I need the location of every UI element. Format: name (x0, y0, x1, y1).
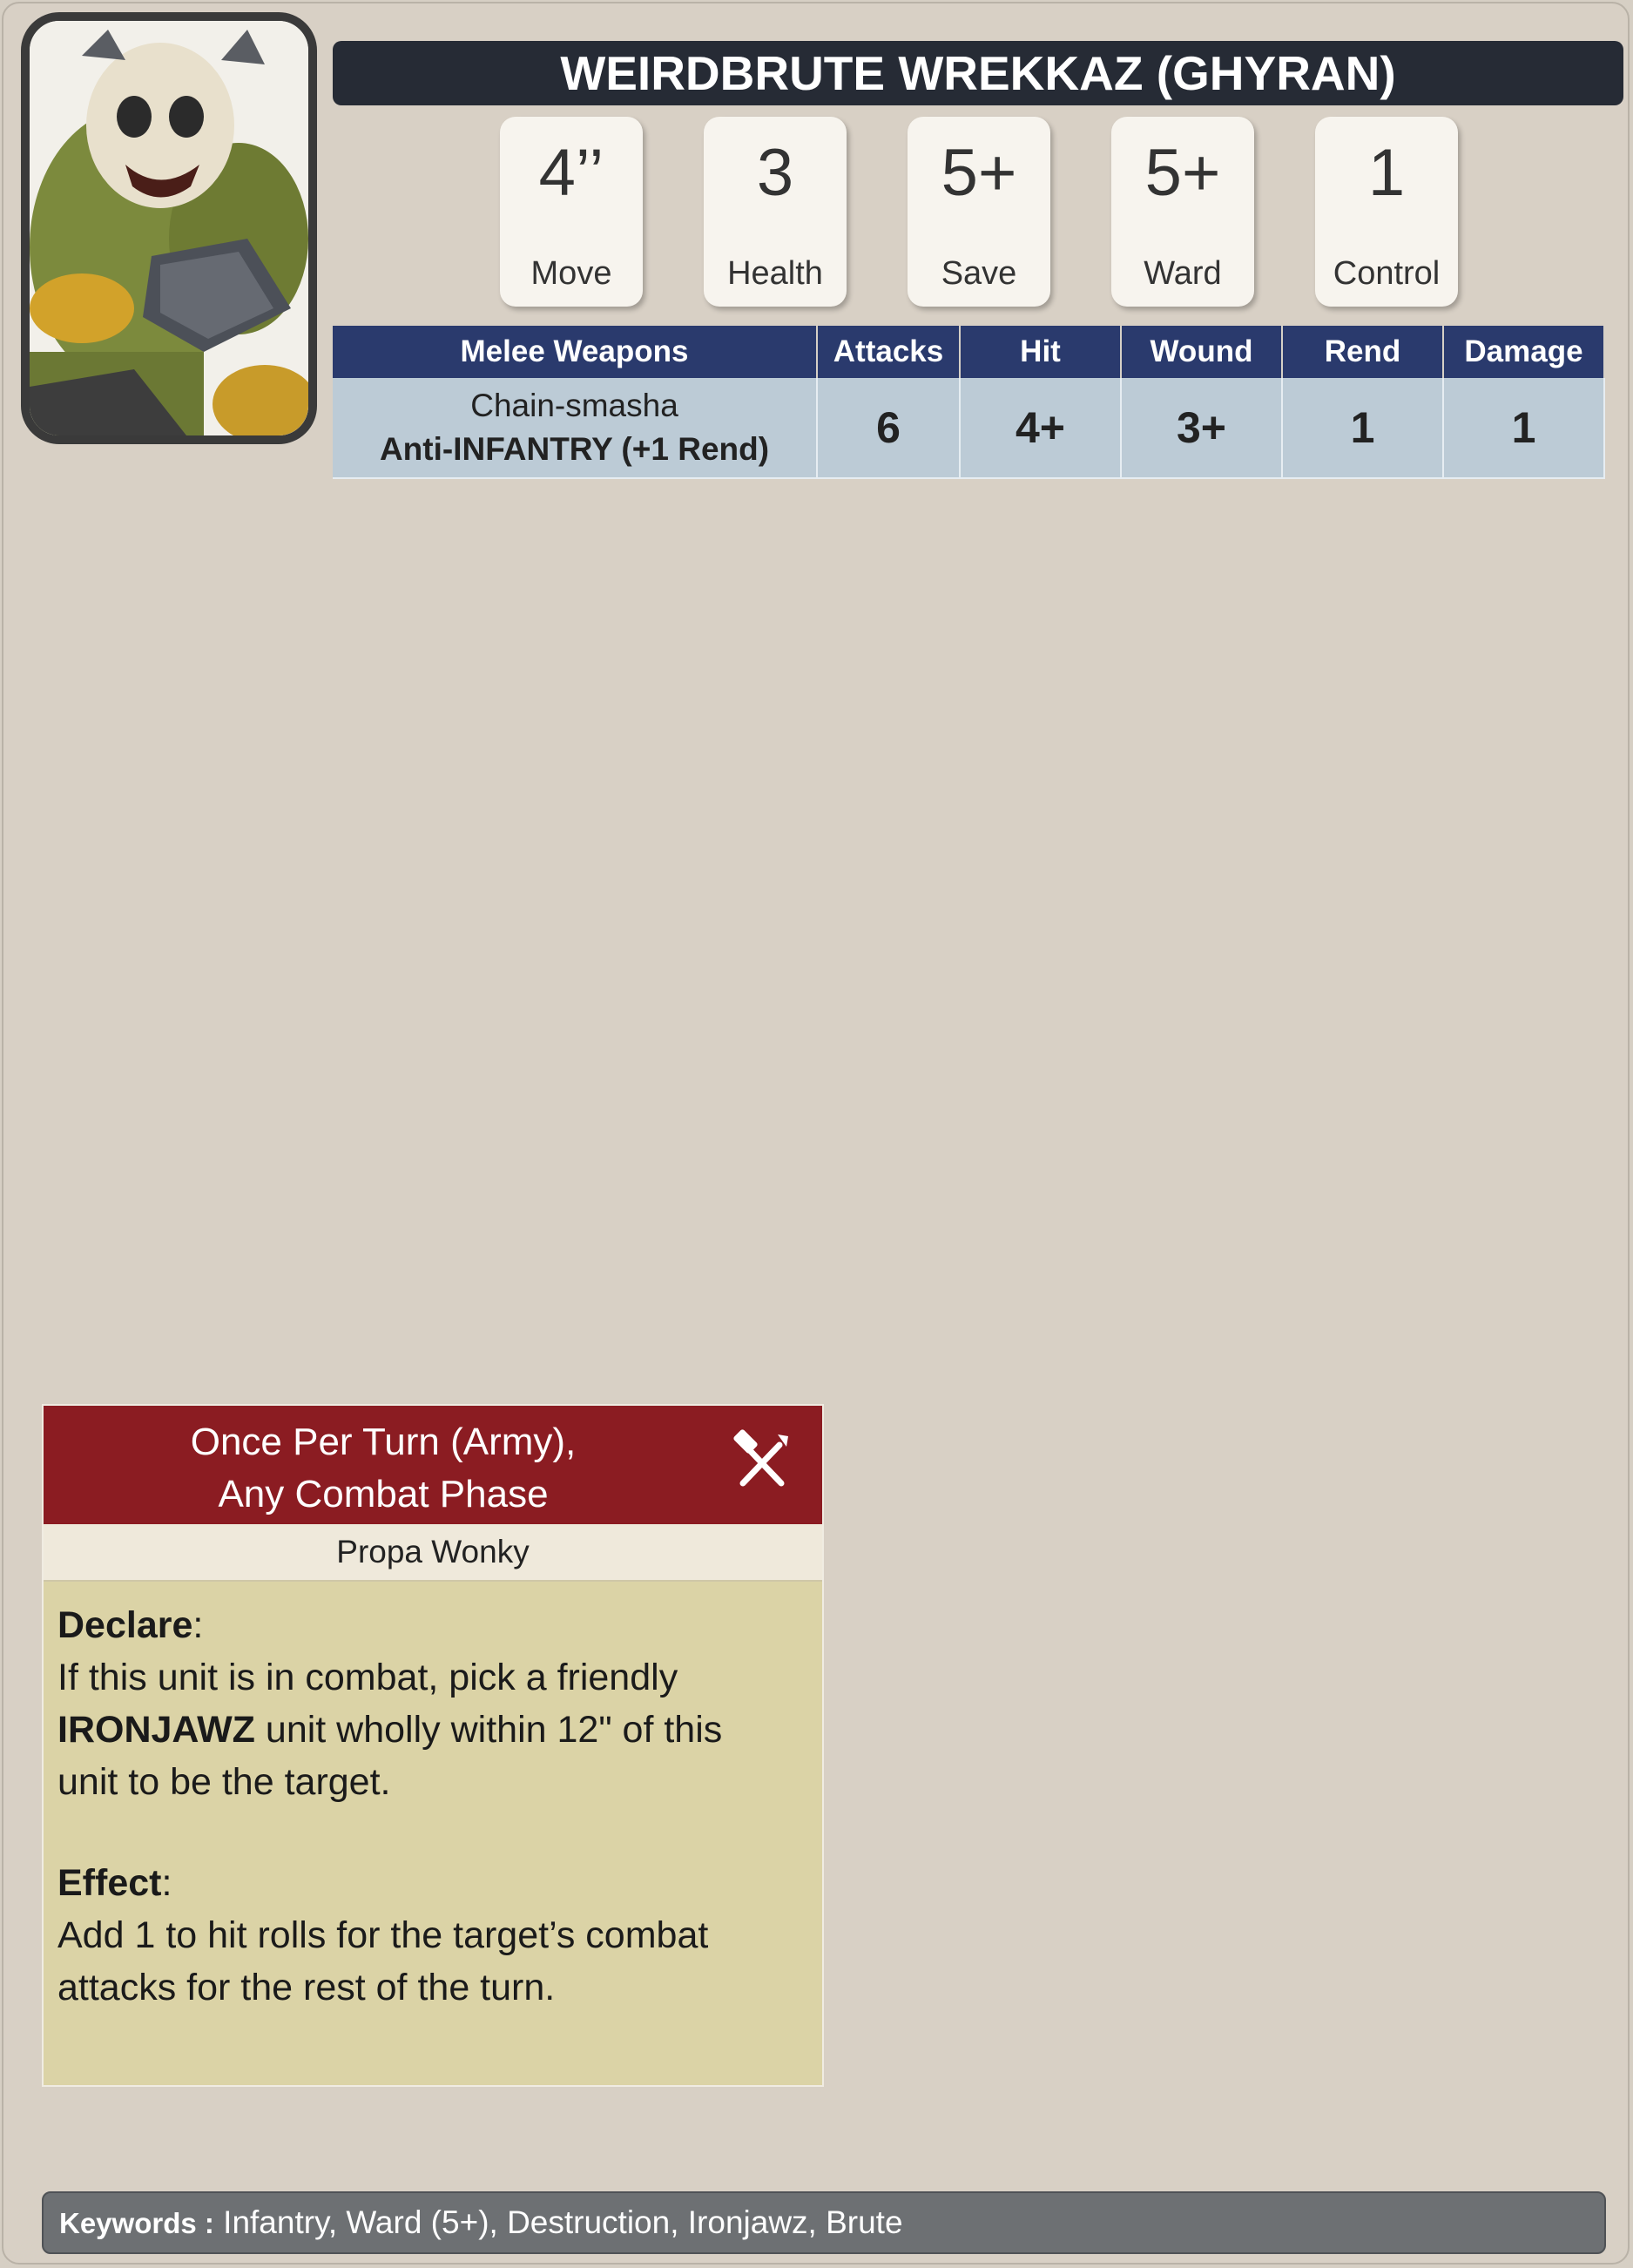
stat-value: 3 (756, 136, 794, 210)
header-melee-weapons: Melee Weapons (333, 326, 818, 378)
ability-timing-header: Once Per Turn (Army), Any Combat Phase (44, 1406, 822, 1524)
crossed-hammer-sword-icon (733, 1429, 788, 1487)
keywords-bar: Keywords : Infantry, Ward (5+), Destruct… (42, 2191, 1606, 2254)
declare-keyword: IRONJAWZ (57, 1709, 255, 1751)
effect-label: Effect (57, 1862, 162, 1904)
stat-label: Move (530, 255, 612, 292)
stat-health: 3 Health (704, 117, 847, 307)
stat-label: Save (941, 255, 1017, 292)
unit-title: WEIRDBRUTE WREKKAZ (GHYRAN) (333, 41, 1623, 105)
table-header-row: Melee Weapons Attacks Hit Wound Rend Dam… (333, 326, 1605, 378)
header-damage: Damage (1443, 326, 1605, 378)
table-row: Chain-smasha Anti-INFANTRY (+1 Rend) 6 4… (333, 378, 1605, 479)
weapon-attacks: 6 (817, 378, 961, 479)
ability-card: Once Per Turn (Army), Any Combat Phase P… (42, 1404, 824, 2087)
ability-timing-line2: Any Combat Phase (218, 1473, 549, 1515)
declare-text-1: If this unit is in combat, pick a friend… (57, 1657, 678, 1698)
declare-text-3: unit to be the target. (57, 1761, 391, 1803)
keywords-values: Infantry, Ward (5+), Destruction, Ironja… (223, 2204, 903, 2240)
stat-label: Control (1333, 255, 1441, 292)
ability-timing-line1: Once Per Turn (Army), (190, 1421, 577, 1463)
stat-ward: 5+ Ward (1111, 117, 1254, 307)
warscroll-card: WEIRDBRUTE WREKKAZ (GHYRAN) 4’’ Move 3 H… (2, 2, 1630, 2265)
weapon-ability: Anti-INFANTRY (+1 Rend) (379, 431, 770, 467)
stat-value: 4’’ (538, 136, 604, 210)
unit-portrait (21, 12, 317, 444)
weapon-cell: Chain-smasha Anti-INFANTRY (+1 Rend) (333, 378, 818, 479)
header-hit: Hit (960, 326, 1122, 378)
keywords-label: Keywords (59, 2207, 197, 2239)
stat-value: 5+ (941, 136, 1017, 210)
ability-body: Declare: If this unit is in combat, pick… (57, 1599, 806, 2014)
stat-value: 1 (1367, 136, 1406, 210)
weapon-rend: 1 (1282, 378, 1444, 479)
stat-save: 5+ Save (908, 117, 1050, 307)
weapon-hit: 4+ (960, 378, 1122, 479)
header-wound: Wound (1121, 326, 1283, 378)
effect-text-1: Add 1 to hit rolls for the target’s comb… (57, 1914, 709, 1956)
header-rend: Rend (1282, 326, 1444, 378)
melee-weapons-table: Melee Weapons Attacks Hit Wound Rend Dam… (333, 326, 1605, 479)
stat-value: 5+ (1144, 136, 1221, 210)
ability-name: Propa Wonky (44, 1524, 822, 1582)
stat-move: 4’’ Move (500, 117, 643, 307)
effect-text-2: attacks for the rest of the turn. (57, 1967, 556, 2008)
declare-text-2: unit wholly within 12" of this (254, 1709, 723, 1751)
stat-label: Health (727, 255, 823, 292)
weapon-damage: 1 (1443, 378, 1605, 479)
portrait-image (30, 21, 308, 435)
weapon-wound: 3+ (1121, 378, 1283, 479)
declare-label: Declare (57, 1604, 193, 1646)
stat-label: Ward (1144, 255, 1222, 292)
stat-control: 1 Control (1315, 117, 1458, 307)
weapon-name: Chain-smasha (470, 388, 678, 423)
header-attacks: Attacks (817, 326, 961, 378)
